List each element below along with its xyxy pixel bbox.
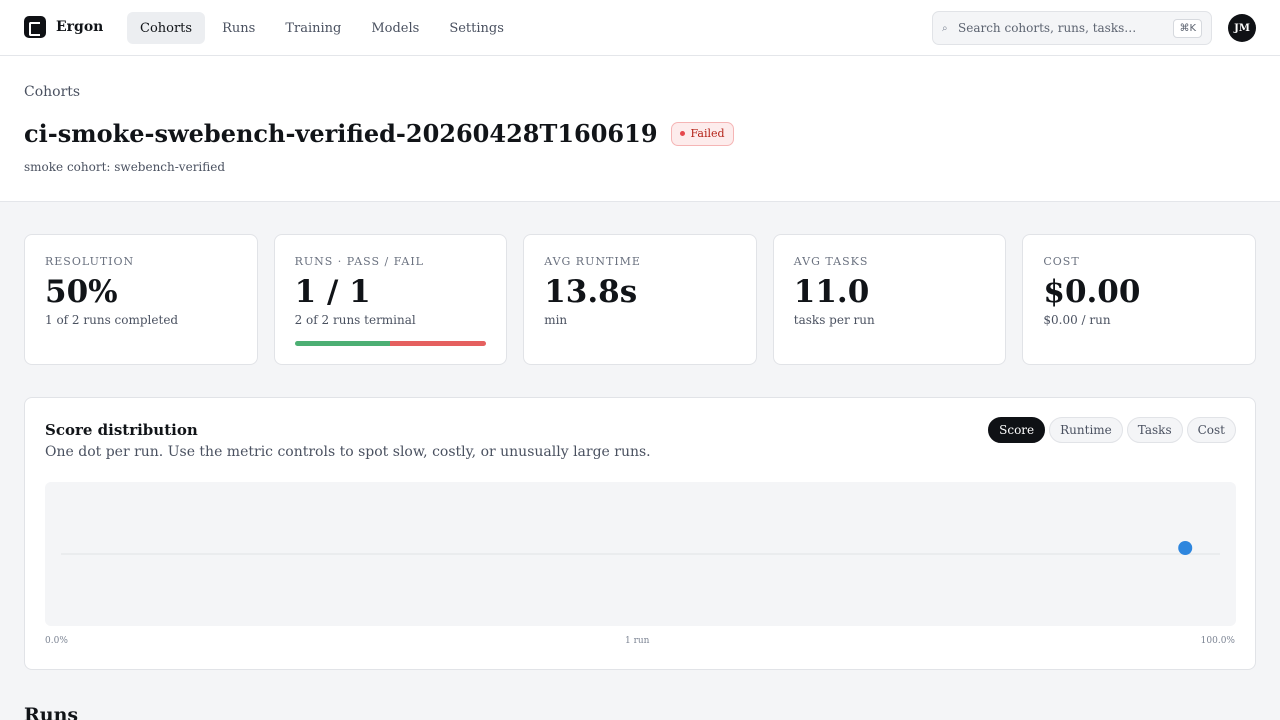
status-badge: Failed	[670, 121, 734, 146]
page-header: Cohorts ci-smoke-swebench-verified-20260…	[0, 56, 1280, 202]
app-name: Ergon	[56, 19, 104, 35]
stat-card-avg-tasks: AVG TASKS 11.0 tasks per run	[772, 234, 1007, 365]
stat-label: RUNS · PASS / FAIL	[294, 255, 424, 268]
metric-button-tasks[interactable]: Tasks	[1126, 417, 1183, 443]
nav-item-runs[interactable]: Runs	[209, 12, 268, 44]
status-label: Failed	[690, 127, 725, 140]
nav-item-cohorts[interactable]: Cohorts	[127, 12, 206, 44]
stat-label: COST	[1043, 255, 1080, 268]
runs-section-title: Runs	[24, 704, 79, 720]
stat-value: 1 / 1	[294, 274, 371, 310]
stat-label: RESOLUTION	[45, 255, 135, 268]
run-dot-0[interactable]	[1178, 541, 1193, 555]
user-avatar[interactable]: JM	[1228, 14, 1256, 42]
dot-plot-svg	[61, 541, 1220, 555]
stat-value: $0.00	[1043, 274, 1141, 310]
stat-label: AVG TASKS	[793, 255, 869, 268]
search-icon: ⌕	[942, 22, 948, 34]
search-shortcut-badge: ⌘K	[1173, 18, 1202, 38]
metric-button-cost[interactable]: Cost	[1186, 417, 1236, 443]
metric-toggle-group: Score Runtime Tasks Cost	[988, 417, 1236, 443]
stat-card-avg-runtime: AVG RUNTIME 13.8s min	[523, 234, 757, 365]
title-row: ci-smoke-swebench-verified-20260428T1606…	[24, 119, 734, 148]
dot-plot-area	[45, 482, 1236, 626]
axis-mid-label: 1 run	[625, 636, 650, 646]
nav-item-settings[interactable]: Settings	[436, 12, 517, 44]
stats-row: RESOLUTION 50% 1 of 2 runs completed RUN…	[24, 234, 1256, 365]
panel-description: One dot per run. Use the metric controls…	[45, 444, 651, 460]
stat-card-cost: COST $0.00 $0.00 / run	[1022, 234, 1256, 365]
stat-subtext: tasks per run	[793, 313, 875, 328]
brand[interactable]: Ergon	[24, 16, 103, 38]
score-distribution-panel: Score distribution One dot per run. Use …	[24, 397, 1256, 670]
metric-button-runtime[interactable]: Runtime	[1049, 417, 1123, 443]
nav-item-models[interactable]: Models	[358, 12, 432, 44]
stat-subtext: 1 of 2 runs completed	[45, 313, 179, 328]
status-dot-icon	[679, 131, 685, 136]
stat-value: 50%	[45, 274, 118, 310]
panel-title: Score distribution	[45, 421, 198, 439]
main-nav: Cohorts Runs Training Models Settings	[127, 12, 517, 44]
stat-subtext: 2 of 2 runs terminal	[294, 313, 416, 328]
stat-subtext: $0.00 / run	[1043, 313, 1111, 328]
stat-label: AVG RUNTIME	[544, 255, 641, 268]
nav-item-training[interactable]: Training	[272, 12, 354, 44]
axis-min-label: 0.0%	[45, 636, 68, 646]
page-subtitle: smoke cohort: swebench-verified	[24, 160, 226, 174]
metric-button-score[interactable]: Score	[988, 417, 1046, 443]
pass-fail-bar	[294, 341, 486, 346]
stat-value: 13.8s	[544, 274, 638, 310]
breadcrumb[interactable]: Cohorts	[24, 84, 80, 100]
stat-card-resolution: RESOLUTION 50% 1 of 2 runs completed	[24, 234, 258, 365]
page-title: ci-smoke-swebench-verified-20260428T1606…	[24, 119, 658, 148]
top-nav-bar: Ergon Cohorts Runs Training Models Setti…	[0, 0, 1280, 56]
pass-segment	[294, 341, 391, 346]
fail-segment	[390, 341, 486, 346]
stat-card-runs: RUNS · PASS / FAIL 1 / 1 2 of 2 runs ter…	[273, 234, 508, 365]
stat-value: 11.0	[793, 274, 870, 310]
search-input[interactable]: ⌕ Search cohorts, runs, tasks… ⌘K	[932, 11, 1212, 45]
axis-max-label: 100.0%	[1200, 636, 1235, 646]
ergon-logo-icon	[24, 16, 46, 38]
stat-subtext: min	[544, 313, 568, 328]
search-placeholder: Search cohorts, runs, tasks…	[958, 21, 1137, 35]
